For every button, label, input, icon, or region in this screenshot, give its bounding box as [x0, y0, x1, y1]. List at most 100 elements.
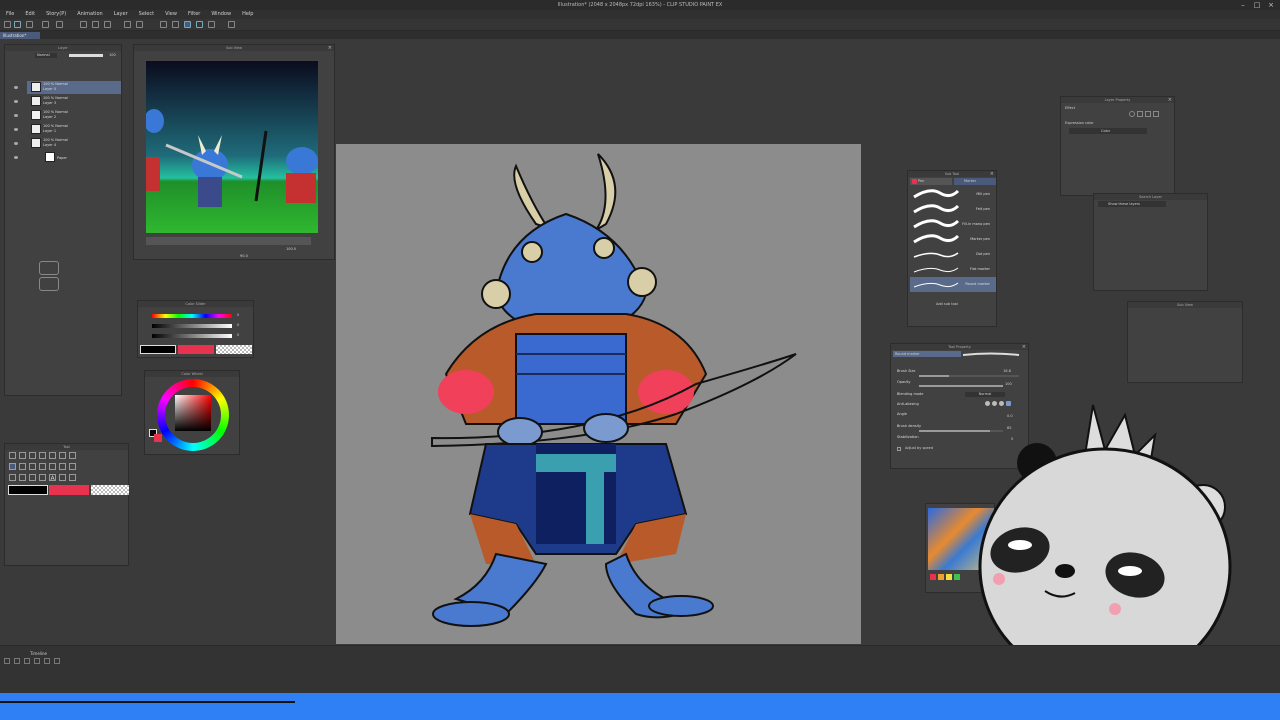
menu-animation[interactable]: Animation: [77, 10, 103, 19]
search-layer-select[interactable]: Show these layers: [1098, 201, 1166, 207]
selection-tool-icon[interactable]: [29, 452, 36, 459]
pencil-tool-icon[interactable]: [19, 463, 26, 470]
new-timeline-icon[interactable]: [4, 658, 10, 664]
tab-illustration[interactable]: Illustration*: [0, 32, 40, 39]
maximize-icon[interactable]: □: [1250, 0, 1264, 10]
sub-view-zoom[interactable]: 100.0: [286, 247, 296, 251]
next-frame-icon[interactable]: [44, 658, 50, 664]
hue-slider[interactable]: [152, 314, 232, 318]
visibility-eye-icon[interactable]: [14, 86, 18, 89]
eyedropper-tool-icon[interactable]: [69, 452, 76, 459]
transparent-color-swatch[interactable]: [91, 485, 129, 495]
save-icon[interactable]: [26, 21, 33, 28]
gradient-tool-icon[interactable]: [19, 474, 26, 481]
visibility-eye-icon[interactable]: [14, 128, 18, 131]
green-swatch[interactable]: [954, 574, 960, 580]
main-color-swatch[interactable]: [140, 345, 176, 354]
perspective-icon[interactable]: [228, 21, 235, 28]
value-value[interactable]: 0: [237, 333, 239, 337]
menu-file[interactable]: File: [6, 10, 14, 19]
sub-view-angle[interactable]: 90.0: [240, 254, 248, 258]
clip-studio-icon[interactable]: [42, 21, 49, 28]
main-color-swatch[interactable]: [8, 485, 48, 495]
menu-view[interactable]: View: [165, 10, 177, 19]
opacity-value[interactable]: 100: [109, 53, 116, 57]
adjust-by-speed-checkbox[interactable]: [897, 447, 901, 451]
clear-icon[interactable]: [104, 21, 111, 28]
object-tool-icon[interactable]: [49, 452, 56, 459]
snap-grid-icon[interactable]: [208, 21, 215, 28]
figure-tool-icon[interactable]: [29, 474, 36, 481]
blend-mode-select[interactable]: Normal: [35, 53, 57, 58]
drawing-canvas[interactable]: [336, 144, 861, 644]
brush-item[interactable]: Fill-in mono pen: [910, 217, 996, 232]
layer-row[interactable]: 100 % Normal Layer 1: [43, 124, 138, 137]
saturation-slider[interactable]: [152, 324, 232, 328]
yellow-swatch[interactable]: [946, 574, 952, 580]
menu-window[interactable]: Window: [211, 10, 231, 19]
open-file-icon[interactable]: [14, 21, 21, 28]
invert-selection-icon[interactable]: [172, 21, 179, 28]
undo-icon[interactable]: [80, 21, 87, 28]
minimize-icon[interactable]: –: [1236, 0, 1250, 10]
prev-frame-icon[interactable]: [24, 658, 30, 664]
snap-special-ruler-icon[interactable]: [196, 21, 203, 28]
brush-item[interactable]: Dot pen: [910, 247, 996, 262]
layer-color-icon[interactable]: [1145, 111, 1151, 117]
decoration-tool-icon[interactable]: [49, 463, 56, 470]
transform-icon[interactable]: [136, 21, 143, 28]
red-swatch[interactable]: [930, 574, 936, 580]
assets-icon[interactable]: [56, 21, 63, 28]
brush-item[interactable]: Mill pen: [910, 187, 996, 202]
fill-tool-icon[interactable]: [9, 474, 16, 481]
border-effect-icon[interactable]: [1129, 111, 1135, 117]
layer-row[interactable]: 100 % Normal Layer 3: [43, 96, 138, 109]
menu-story[interactable]: Story(P): [46, 10, 66, 19]
visibility-eye-icon[interactable]: [14, 142, 18, 145]
ruler-tool-icon[interactable]: [39, 474, 46, 481]
menu-select[interactable]: Select: [139, 10, 154, 19]
sub-color-swatch[interactable]: [154, 434, 162, 442]
layer-row[interactable]: 100 % Normal Layer 5: [43, 82, 138, 95]
deselect-icon[interactable]: [160, 21, 167, 28]
close-icon[interactable]: ×: [328, 45, 332, 51]
floating-shortcut-button[interactable]: [39, 277, 59, 291]
correct-line-tool-icon[interactable]: [69, 474, 76, 481]
tone-effect-icon[interactable]: [1137, 111, 1143, 117]
hue-value[interactable]: 0: [237, 313, 239, 317]
close-icon[interactable]: ×: [990, 171, 994, 177]
snap-ruler-icon[interactable]: [184, 21, 191, 28]
zoom-tool-icon[interactable]: [9, 452, 16, 459]
sub-view-slider[interactable]: [146, 237, 311, 245]
opacity-value[interactable]: 100: [1005, 382, 1012, 386]
balloon-tool-icon[interactable]: [59, 474, 66, 481]
sub-color-swatch[interactable]: [178, 345, 214, 354]
expression-color-select[interactable]: Color: [1069, 128, 1147, 134]
opacity-slider[interactable]: [69, 54, 103, 57]
tab-marker[interactable]: Marker: [954, 178, 996, 185]
settings-icon[interactable]: [1153, 111, 1159, 117]
fill-icon[interactable]: [124, 21, 131, 28]
lasso-tool-icon[interactable]: [39, 452, 46, 459]
visibility-eye-icon[interactable]: [14, 114, 18, 117]
brush-item-selected[interactable]: Round marker: [910, 277, 996, 292]
close-icon[interactable]: ×: [1264, 0, 1278, 10]
value-slider[interactable]: [152, 334, 232, 338]
redo-icon[interactable]: [92, 21, 99, 28]
layer-row[interactable]: 100 % Normal Layer 4: [43, 138, 138, 151]
brush-tool-icon[interactable]: [29, 463, 36, 470]
sub-color-swatch[interactable]: [49, 485, 89, 495]
menu-help[interactable]: Help: [242, 10, 253, 19]
color-square[interactable]: [175, 395, 211, 431]
menu-layer[interactable]: Layer: [114, 10, 128, 19]
brush-item[interactable]: Flat marker: [910, 262, 996, 277]
brush-item[interactable]: Marker pen: [910, 232, 996, 247]
play-icon[interactable]: [34, 658, 40, 664]
new-file-icon[interactable]: [4, 21, 11, 28]
close-icon[interactable]: ×: [1022, 344, 1026, 350]
menu-filter[interactable]: Filter: [188, 10, 200, 19]
move-tool-icon[interactable]: [19, 452, 26, 459]
visibility-eye-icon[interactable]: [14, 156, 18, 159]
brush-size-value[interactable]: 16.8: [1003, 369, 1011, 373]
auto-select-tool-icon[interactable]: [59, 452, 66, 459]
